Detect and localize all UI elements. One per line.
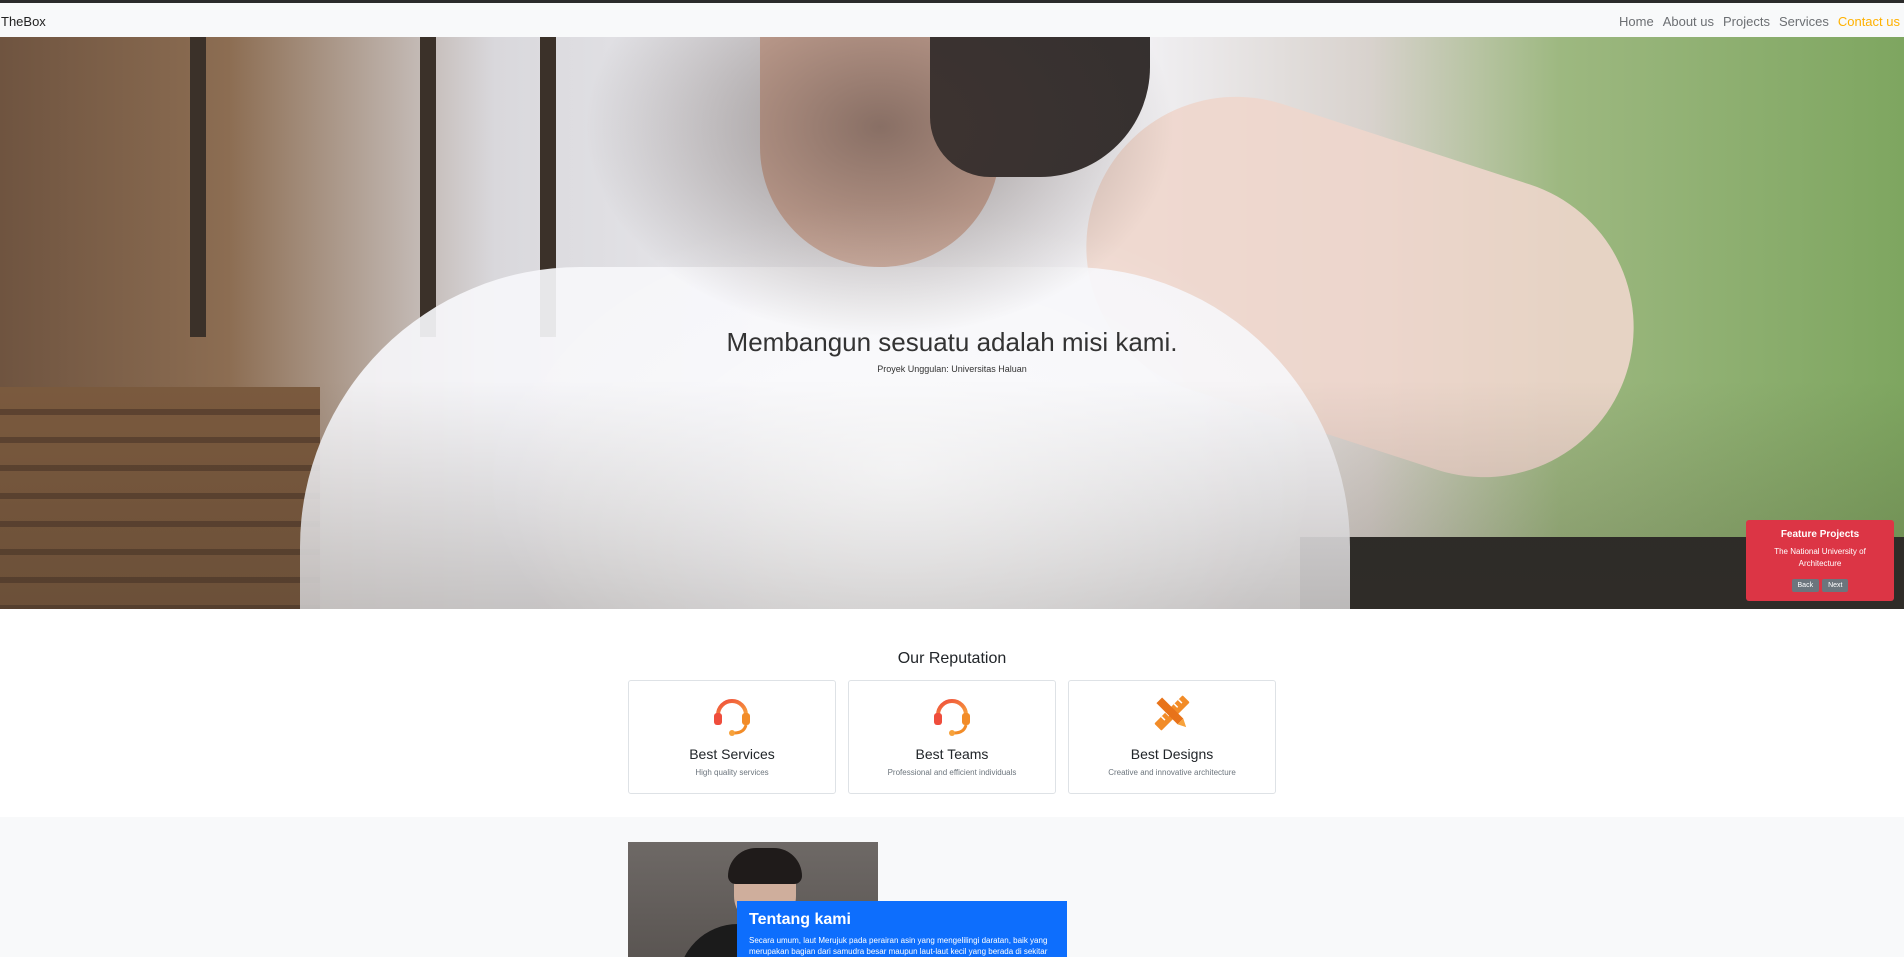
card-title: Best Designs	[1130, 746, 1214, 762]
feature-title: Feature Projects	[1780, 529, 1860, 540]
card-subtitle: Creative and innovative architecture	[1108, 768, 1236, 777]
card-best-designs: Best Designs Creative and innovative arc…	[1068, 680, 1276, 794]
navbar: TheBox Home About us Projects Services C…	[0, 3, 1904, 37]
back-button[interactable]: Back	[1791, 579, 1820, 592]
about-text: Secara umum, laut Merujuk pada perairan …	[749, 936, 1048, 956]
nav-services[interactable]: Services	[1779, 14, 1829, 29]
headset-icon	[714, 699, 750, 736]
nav-home[interactable]: Home	[1619, 14, 1654, 29]
card-subtitle: Professional and efficient individuals	[887, 768, 1017, 777]
reputation-cards: Best Services High quality services Best…	[628, 680, 1276, 794]
card-title: Best Services	[689, 746, 775, 762]
card-title: Best Teams	[915, 746, 989, 762]
headset-icon	[934, 699, 970, 736]
feature-projects-card: Feature Projects The National University…	[1746, 520, 1894, 601]
about-title: Tentang kami	[749, 911, 851, 928]
feature-subtitle: The National University of Architecture	[1774, 547, 1866, 568]
about-card: Tentang kami Secara umum, laut Merujuk p…	[737, 901, 1067, 957]
next-button[interactable]: Next	[1822, 579, 1849, 592]
card-best-services: Best Services High quality services	[628, 680, 836, 794]
feature-buttons: Back Next	[1746, 579, 1894, 592]
photo-hair	[728, 848, 802, 884]
hero-caption: Membangun sesuatu adalah misi kami. Proy…	[0, 327, 1904, 374]
card-subtitle: High quality services	[695, 768, 769, 777]
brand-logo[interactable]: TheBox	[1, 14, 46, 29]
nav-contact[interactable]: Contact us	[1838, 14, 1900, 29]
nav-about[interactable]: About us	[1663, 14, 1714, 29]
hero-banner: Membangun sesuatu adalah misi kami. Proy…	[0, 37, 1904, 609]
hero-subtitle: Proyek Unggulan: Universitas Haluan	[877, 364, 1027, 374]
card-best-teams: Best Teams Professional and efficient in…	[848, 680, 1056, 794]
nav-projects[interactable]: Projects	[1723, 14, 1770, 29]
hero-title: Membangun sesuatu adalah misi kami.	[726, 327, 1178, 357]
nav-links: Home About us Projects Services Contact …	[1619, 14, 1900, 29]
hero-overlay	[0, 37, 1904, 609]
reputation-heading: Our Reputation	[897, 650, 1007, 667]
ruler-pencil-icon	[1154, 695, 1190, 731]
